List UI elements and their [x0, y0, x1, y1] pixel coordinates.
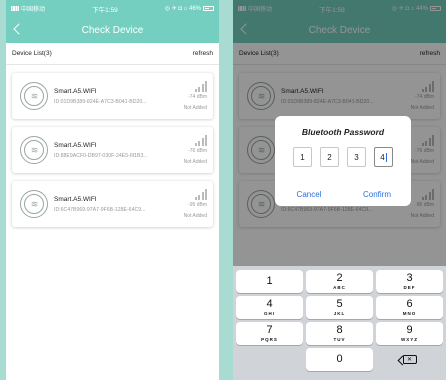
status-icons: ◎ ✈ ◘ ⌂ 46%: [164, 6, 201, 12]
device-list-screen: 中国移动 下午1:59 ◎ ✈ ◘ ⌂ 46% Check Device Dev…: [6, 0, 219, 380]
key-4[interactable]: 4 GHI: [236, 296, 303, 319]
key-6[interactable]: 6 MNO: [376, 296, 443, 319]
device-name: Smart.A5.WIFI: [54, 195, 97, 203]
confirm-button[interactable]: Confirm: [343, 182, 411, 206]
signal-strength: -76 dBm: [188, 148, 207, 154]
clock: 下午1:59: [92, 6, 118, 14]
key-7[interactable]: 7 PQRS: [236, 322, 303, 345]
cancel-button[interactable]: Cancel: [275, 182, 343, 206]
device-name: Smart.A5.WIFI: [54, 87, 97, 95]
key-5[interactable]: 5 JKL: [306, 296, 373, 319]
key-8[interactable]: 8 TUV: [306, 322, 373, 345]
refresh-button[interactable]: refresh: [193, 50, 213, 57]
signal-bars-icon: [167, 81, 207, 92]
key-0[interactable]: 0: [306, 348, 373, 371]
status-bar: 中国移动 下午1:59 ◎ ✈ ◘ ⌂ 46%: [6, 0, 219, 17]
device-card[interactable]: ≋ Smart.A5.WIFI ID:88E9ACF0-DB97-030F-24…: [12, 127, 213, 173]
heater-waves-icon: ≋: [20, 190, 48, 218]
text-cursor: [385, 152, 387, 162]
device-status: Not Added: [183, 159, 207, 165]
signal-bars-icon: [167, 189, 207, 200]
device-status: Not Added: [183, 213, 207, 219]
dialog-actions: Cancel Confirm: [275, 182, 411, 206]
device-id: ID:6C47B969-97A7-9F6B-128E-64C9...: [54, 206, 146, 213]
device-id: ID:88E9ACF0-DB97-030F-24E5-6f1B3...: [54, 152, 148, 159]
key-2[interactable]: 2 ABC: [306, 270, 373, 293]
device-name: Smart.A5.WIFI: [54, 141, 97, 149]
device-card[interactable]: ≋ Smart.A5.WIFI ID:6C47B969-97A7-9F6B-12…: [12, 181, 213, 227]
device-count-label: Device List(3): [12, 50, 52, 57]
heater-waves-icon: ≋: [20, 136, 48, 164]
signal-bars-icon: [167, 135, 207, 146]
bluetooth-password-dialog: Bluetooth Password 1 2 3 4 Cancel Confir…: [275, 116, 411, 206]
dialog-title: Bluetooth Password: [301, 127, 385, 137]
heater-waves-icon: ≋: [20, 82, 48, 110]
pin-digit-4[interactable]: 4: [374, 147, 393, 167]
pin-digit-3[interactable]: 3: [347, 147, 366, 167]
nav-bar: Check Device: [6, 17, 219, 43]
page-title: Check Device: [81, 24, 144, 36]
signal-strength: -95 dBm: [188, 202, 207, 208]
key-blank: [236, 348, 303, 371]
key-9[interactable]: 9 WXYZ: [376, 322, 443, 345]
pin-input-row: 1 2 3 4: [275, 147, 411, 167]
device-card[interactable]: ≋ Smart.A5.WIFI ID:01D9B389-824E-A7C3-B0…: [12, 73, 213, 119]
device-status: Not Added: [183, 105, 207, 111]
numeric-keypad: 1 2 ABC 3 DEF 4 GHI 5 JKL 6 MNO 7 PQRS 8 TUV 9W…: [233, 266, 446, 380]
carrier-label: 中国移动: [21, 7, 46, 13]
device-list-header: Device List(3) refresh: [6, 43, 219, 65]
delete-key[interactable]: ✕: [376, 348, 443, 371]
battery-icon: [202, 6, 214, 11]
key-3[interactable]: 3 DEF: [376, 270, 443, 293]
cell-signal-icon: [11, 6, 19, 11]
password-dialog-screen: 中国移动 下午1:59 ◎ ✈ ◘ ⌂ 44% Check Device Dev…: [233, 0, 446, 380]
back-chevron-icon[interactable]: [13, 23, 25, 35]
key-1[interactable]: 1: [236, 270, 303, 293]
pin-digit-1[interactable]: 1: [293, 147, 312, 167]
signal-strength: -74 dBm: [188, 94, 207, 100]
delete-key-icon: ✕: [402, 355, 417, 364]
device-id: ID:01D9B389-824E-A7C3-B041-BD20...: [54, 98, 147, 105]
pin-digit-2[interactable]: 2: [320, 147, 339, 167]
